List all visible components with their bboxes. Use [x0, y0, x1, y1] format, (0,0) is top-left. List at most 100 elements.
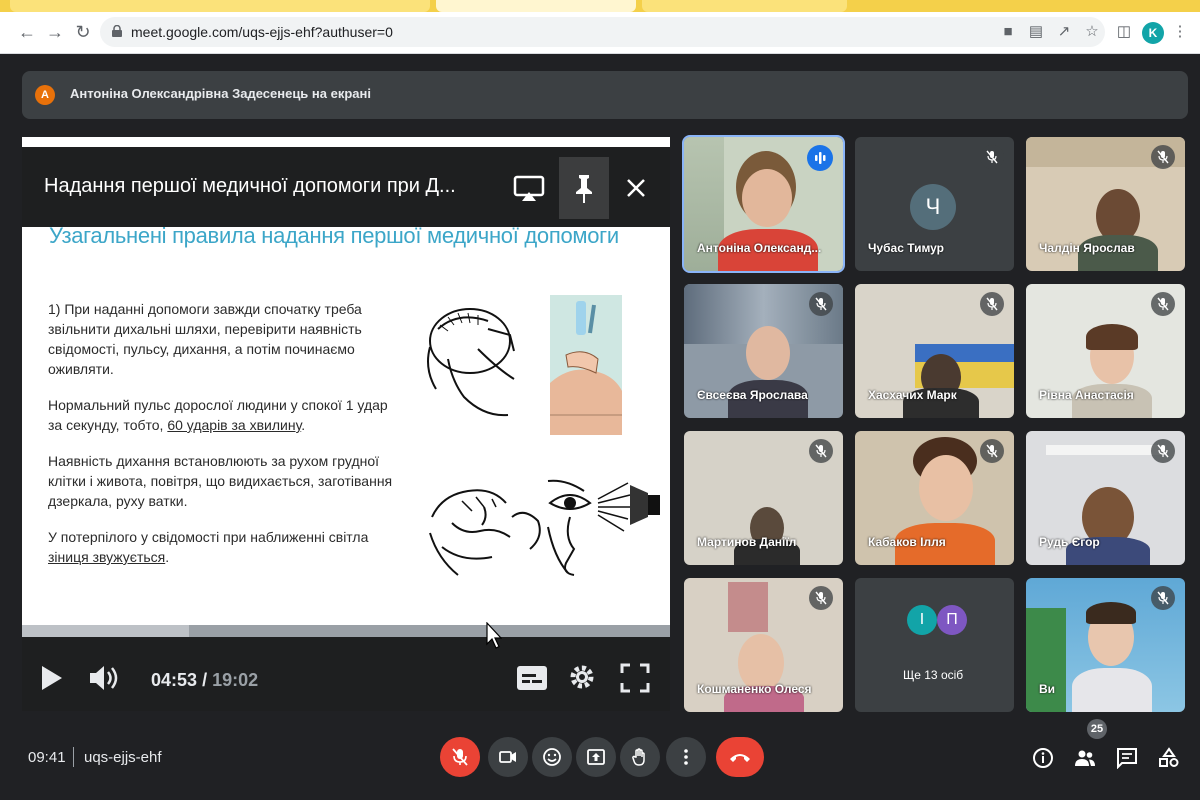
profile-avatar[interactable]: K	[1142, 22, 1164, 44]
hand-icon	[632, 748, 645, 766]
muted-mic-icon	[1151, 439, 1175, 463]
paragraph-4-text: У потерпілого у свідомості при наближенн…	[48, 529, 369, 545]
participant-tile[interactable]: Хасхачих Марк	[855, 284, 1014, 418]
reload-icon[interactable]: ↻	[72, 21, 94, 43]
slide-paragraph-1: 1) При наданні допомоги завжди спочатку …	[48, 301, 362, 377]
paragraph-2-end: .	[301, 417, 306, 433]
participant-name: Ви	[1039, 682, 1056, 696]
participant-tile[interactable]: Мартинов Даніїл	[684, 431, 843, 565]
present-now-button[interactable]	[576, 737, 616, 777]
hang-up-icon	[730, 754, 750, 762]
participant-tile[interactable]: Антоніна Олександ...	[682, 135, 845, 273]
participant-name: Мартинов Даніїл	[697, 535, 797, 549]
resuscitation-illustration	[550, 295, 622, 435]
pupil-reaction-illustration	[547, 479, 660, 576]
meet-window: А Антоніна Олександрівна Задесенець на е…	[0, 55, 1200, 800]
chat-icon[interactable]	[1116, 747, 1138, 769]
address-bar[interactable]: meet.google.com/uqs-ejjs-ehf?authuser=0	[100, 17, 1105, 47]
participant-name: Хасхачих Марк	[868, 388, 957, 402]
presentation-view[interactable]: Надання першої медичної допомоги при Д..…	[22, 137, 670, 711]
settings-gear-icon[interactable]	[568, 663, 596, 691]
leave-call-button[interactable]	[716, 737, 764, 777]
camera-button[interactable]	[488, 737, 528, 777]
participant-tile[interactable]: Кошманенко Олеся	[684, 578, 843, 712]
mic-off-icon	[452, 748, 468, 766]
forward-icon[interactable]: →	[44, 21, 66, 43]
participant-name: Рудь Єгор	[1039, 535, 1100, 549]
share-icon[interactable]: ↗	[1054, 22, 1074, 42]
total-duration: 19:02	[212, 670, 259, 690]
slide-paragraph-4: У потерпілого у свідомості при наближенн…	[48, 527, 398, 567]
volume-icon[interactable]	[88, 664, 120, 692]
participant-name: Євсеєва Ярослава	[697, 388, 808, 402]
muted-mic-icon	[1151, 292, 1175, 316]
bottom-bar-divider	[73, 747, 74, 767]
camera-icon	[499, 751, 516, 763]
presenting-text: Антоніна Олександрівна Задесенець на екр…	[70, 86, 371, 101]
people-icon[interactable]	[1074, 747, 1096, 769]
participant-tile[interactable]: Кабаков Ілля	[855, 431, 1014, 565]
play-icon[interactable]	[40, 665, 64, 691]
presentation-header: Надання першої медичної допомоги при Д..…	[22, 147, 670, 227]
meeting-clock: 09:41	[28, 749, 66, 766]
muted-mic-icon	[980, 439, 1004, 463]
participant-avatar: Ч	[910, 184, 956, 230]
participant-tile[interactable]: Чалдін Ярослав	[1026, 137, 1185, 271]
pin-button[interactable]	[559, 157, 609, 219]
raise-hand-button[interactable]	[620, 737, 660, 777]
browser-tab[interactable]	[642, 0, 847, 12]
slide-paragraph-2: Нормальний пульс дорослої людини у споко…	[48, 395, 398, 435]
participant-tile[interactable]: Ч Чубас Тимур	[855, 137, 1014, 271]
browser-toolbar: ← → ↻ meet.google.com/uqs-ejjs-ehf?authu…	[0, 12, 1200, 54]
speaking-indicator-icon	[807, 145, 833, 171]
meeting-code: uqs-ejjs-ehf	[84, 749, 162, 766]
participant-tile[interactable]: Рудь Єгор	[1026, 431, 1185, 565]
muted-mic-icon	[809, 292, 833, 316]
browser-tab-active[interactable]	[436, 0, 636, 12]
participant-tile[interactable]: Рівна Анастасія	[1026, 284, 1185, 418]
muted-mic-icon	[980, 145, 1004, 169]
paragraph-2-underlined: 60 ударів за хвилину	[167, 417, 302, 433]
reactions-button[interactable]	[532, 737, 572, 777]
video-progress-fill	[22, 625, 189, 637]
time-separator: /	[202, 670, 208, 690]
bookmark-star-icon[interactable]: ☆	[1082, 22, 1102, 42]
lock-icon	[112, 25, 122, 37]
muted-mic-icon	[809, 586, 833, 610]
browser-tab[interactable]	[10, 0, 430, 12]
translate-icon[interactable]: ▤	[1026, 22, 1046, 42]
breathing-check-illustration	[429, 489, 541, 576]
presentation-title: Надання першої медичної допомоги при Д..…	[44, 175, 456, 197]
cast-icon[interactable]	[512, 171, 546, 205]
captions-icon[interactable]	[516, 665, 548, 691]
activities-icon[interactable]	[1158, 747, 1180, 769]
participant-name: Кабаков Ілля	[868, 535, 946, 549]
camera-in-use-icon[interactable]: ■	[998, 22, 1018, 42]
muted-mic-icon	[1151, 145, 1175, 169]
meeting-details-icon[interactable]	[1032, 747, 1054, 769]
more-options-button[interactable]	[666, 737, 706, 777]
back-icon[interactable]: ←	[16, 21, 38, 43]
video-time: 04:53 / 19:02	[151, 670, 258, 691]
self-view-tile[interactable]: Ви	[1026, 578, 1185, 712]
slide-paragraph-3: Наявність дихання встановлюють за рухом …	[48, 453, 393, 509]
video-progress-bar[interactable]	[22, 625, 670, 637]
presenter-avatar: А	[35, 85, 55, 105]
url-text: meet.google.com/uqs-ejjs-ehf?authuser=0	[131, 24, 393, 40]
participants-count-badge: 25	[1087, 719, 1107, 739]
current-time: 04:53	[151, 670, 198, 690]
fullscreen-icon[interactable]	[620, 663, 650, 693]
microphone-button[interactable]	[440, 737, 480, 777]
participant-tile[interactable]: Євсеєва Ярослава	[684, 284, 843, 418]
paragraph-4-end: .	[165, 549, 170, 565]
present-icon	[587, 749, 605, 765]
participant-name: Антоніна Олександ...	[697, 241, 822, 255]
more-participants-tile[interactable]: І П Ще 13 осіб	[855, 578, 1014, 712]
close-icon[interactable]	[619, 171, 653, 205]
browser-menu-icon[interactable]: ⋮	[1170, 22, 1190, 42]
mouse-cursor-icon	[486, 622, 502, 649]
side-panel-icon[interactable]: ◫	[1114, 22, 1134, 42]
participant-name: Рівна Анастасія	[1039, 388, 1134, 402]
participant-name: Чалдін Ярослав	[1039, 241, 1135, 255]
more-vert-icon	[684, 749, 688, 765]
